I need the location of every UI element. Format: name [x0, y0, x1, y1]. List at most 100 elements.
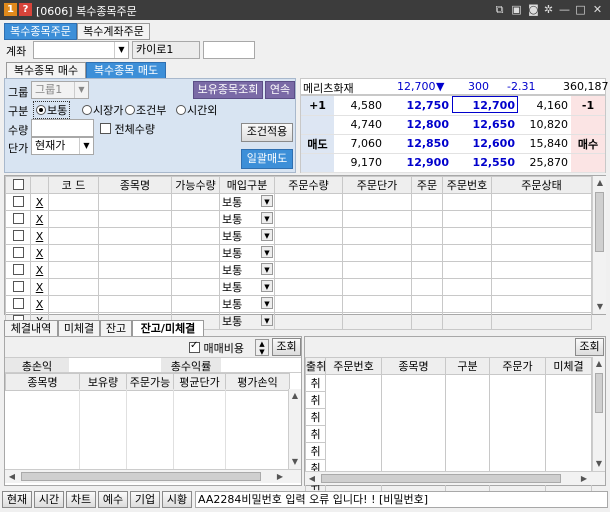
unfilled-cell[interactable]: [325, 408, 382, 426]
unfilled-cell[interactable]: [381, 374, 446, 392]
grid-cell[interactable]: [5, 193, 31, 211]
orderbook-side-label[interactable]: [301, 115, 334, 135]
delete-row-button[interactable]: X: [30, 278, 49, 296]
grid-cell[interactable]: [442, 295, 492, 313]
grid-header[interactable]: 주문: [411, 176, 443, 194]
balance-header[interactable]: 주문가능: [126, 373, 174, 391]
status-chart-button[interactable]: 차트: [66, 491, 96, 508]
buy-type-select[interactable]: 보통 ▼: [219, 295, 275, 313]
help-icon[interactable]: ?: [19, 3, 32, 16]
orderbook-row[interactable]: 매도 7,060 12,850 12,600 15,840 매수: [301, 134, 605, 154]
scroll-left-icon[interactable]: ◀: [305, 472, 319, 486]
scroll-up-icon[interactable]: ▲: [593, 357, 605, 371]
continue-button[interactable]: 연속: [265, 81, 295, 99]
ask-qty[interactable]: 9,170: [334, 153, 385, 173]
capture-icon[interactable]: ◙: [526, 2, 541, 17]
unfilled-cell[interactable]: [445, 391, 490, 409]
unfilled-header[interactable]: 주문가: [489, 357, 546, 375]
grid-cell[interactable]: [491, 295, 592, 313]
orderbook-side-label[interactable]: -1: [571, 96, 605, 116]
checkbox-icon[interactable]: [12, 246, 24, 258]
radio-conditional[interactable]: 조건부: [125, 102, 166, 118]
tab-multi-account-order[interactable]: 복수계좌주문: [77, 23, 150, 40]
checkbox-icon[interactable]: [12, 178, 24, 190]
delete-row-button[interactable]: X: [30, 244, 49, 262]
orderbook-side-label[interactable]: 매수: [571, 134, 605, 154]
unfilled-header[interactable]: 종목명: [381, 357, 446, 375]
balance-header[interactable]: 보유량: [79, 373, 127, 391]
unfilled-cell[interactable]: [489, 425, 546, 443]
grid-cell[interactable]: [98, 244, 172, 262]
grid-cell[interactable]: [171, 210, 220, 228]
cancel-order-button[interactable]: 취: [305, 425, 326, 443]
cancel-order-button[interactable]: 취: [305, 391, 326, 409]
unfilled-cell[interactable]: [325, 442, 382, 460]
grid-cell[interactable]: [98, 278, 172, 296]
buy-type-select[interactable]: 보통 ▼: [219, 227, 275, 245]
grid-cell[interactable]: [411, 295, 443, 313]
grid-cell[interactable]: [5, 210, 31, 228]
unfilled-cell[interactable]: [381, 408, 446, 426]
balance-header[interactable]: 평균단가: [173, 373, 226, 391]
balance-header[interactable]: 종목명: [5, 373, 80, 391]
checkbox-icon[interactable]: [12, 263, 24, 275]
radio-market[interactable]: 시장가: [82, 102, 123, 118]
unfilled-cell[interactable]: [445, 408, 490, 426]
grid-cell[interactable]: [274, 193, 343, 211]
chevron-down-icon[interactable]: ▼: [261, 280, 273, 292]
orderbook-row[interactable]: 9,170 12,900 12,550 25,870: [301, 153, 605, 173]
tab-balance-unfilled[interactable]: 잔고/미체결: [132, 320, 204, 337]
grid-header[interactable]: 코 드: [48, 176, 99, 194]
grid-cell[interactable]: [48, 227, 99, 245]
unfilled-cell[interactable]: [381, 391, 446, 409]
buy-type-select[interactable]: 보통 ▼: [219, 210, 275, 228]
ask-qty[interactable]: 4,580: [334, 96, 385, 116]
balance-header[interactable]: 평가손익: [225, 373, 290, 391]
unfilled-cell[interactable]: [545, 374, 592, 392]
scroll-left-icon[interactable]: ◀: [5, 470, 19, 484]
unfilled-cell[interactable]: [381, 425, 446, 443]
unfilled-cell[interactable]: [325, 425, 382, 443]
status-deposit-button[interactable]: 예수: [98, 491, 128, 508]
unfilled-cell[interactable]: [325, 374, 382, 392]
grid-cell[interactable]: [98, 261, 172, 279]
balance-query-button[interactable]: 조회: [272, 338, 301, 356]
grid-cell[interactable]: [5, 295, 31, 313]
scroll-right-icon[interactable]: ▶: [273, 470, 287, 484]
scroll-thumb[interactable]: [595, 192, 604, 252]
grid-cell[interactable]: [442, 210, 492, 228]
scroll-right-icon[interactable]: ▶: [577, 472, 591, 486]
grid-cell[interactable]: [411, 261, 443, 279]
link-icon[interactable]: ⧉: [492, 2, 507, 17]
account-select[interactable]: ▼: [33, 41, 129, 59]
grid-cell[interactable]: [98, 193, 172, 211]
grid-header[interactable]: 주문단가: [342, 176, 412, 194]
unfilled-header[interactable]: 주문번호: [325, 357, 382, 375]
grid-cell[interactable]: [491, 210, 592, 228]
grid-cell[interactable]: [5, 227, 31, 245]
grid-cell[interactable]: [171, 244, 220, 262]
balance-horizontal-scrollbar[interactable]: ◀ ▶: [5, 469, 301, 483]
cancel-order-button[interactable]: 취: [305, 374, 326, 392]
cancel-order-button[interactable]: 취: [305, 408, 326, 426]
grid-cell[interactable]: [411, 193, 443, 211]
password-input[interactable]: [203, 41, 255, 59]
bid-price[interactable]: 12,600: [452, 134, 518, 154]
grid-cell[interactable]: [171, 193, 220, 211]
grid-cell[interactable]: [491, 227, 592, 245]
grid-header[interactable]: [5, 176, 31, 194]
ask-price[interactable]: 12,900: [385, 153, 452, 173]
buy-type-select[interactable]: 보통 ▼: [219, 261, 275, 279]
grid-cell[interactable]: [442, 244, 492, 262]
unfilled-cell[interactable]: [545, 408, 592, 426]
grid-cell[interactable]: [411, 244, 443, 262]
status-company-button[interactable]: 기업: [130, 491, 160, 508]
qty-input[interactable]: [31, 119, 94, 137]
table-row[interactable]: 취: [305, 425, 592, 443]
grid-cell[interactable]: [491, 244, 592, 262]
grid-cell[interactable]: [5, 278, 31, 296]
tab-multi-stock-order[interactable]: 복수종목주문: [4, 23, 77, 40]
scroll-up-icon[interactable]: ▲: [289, 389, 301, 403]
table-row[interactable]: X 보통 ▼: [5, 227, 592, 245]
scroll-thumb[interactable]: [595, 373, 603, 413]
